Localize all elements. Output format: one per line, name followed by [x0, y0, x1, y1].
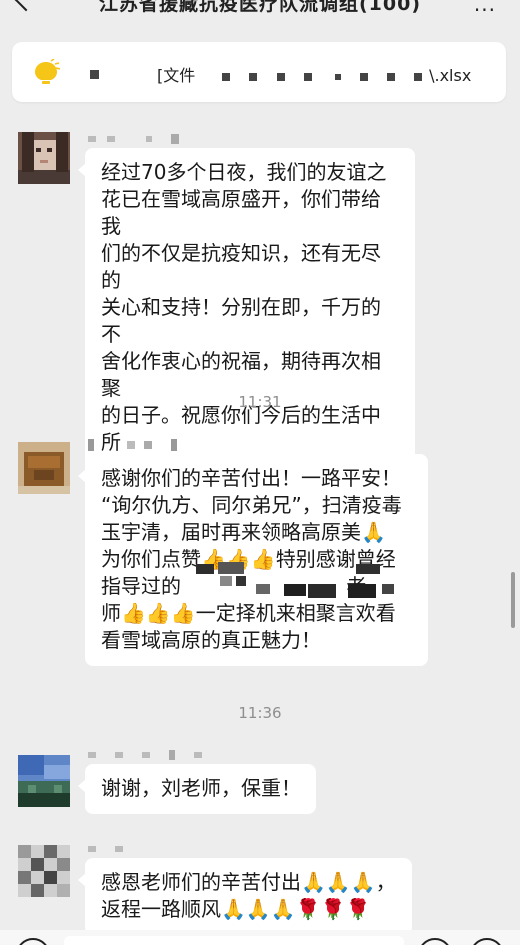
avatar[interactable] — [18, 755, 70, 807]
file-suffix: \.xlsx — [429, 66, 472, 85]
timestamp: 11:36 — [238, 704, 282, 722]
redaction-mosaic — [196, 562, 394, 598]
message-bubble[interactable]: 感谢你们的辛苦付出！一路平安！ “询尔仇方、同尔弟兄”，扫清疫毒 玉宇清，届时再… — [78, 454, 428, 666]
message-bubble[interactable]: 谢谢，刘老师，保重！ — [78, 764, 316, 814]
avatar[interactable] — [18, 132, 70, 184]
timestamp: 11:31 — [238, 393, 282, 411]
avatar[interactable] — [18, 845, 70, 897]
sender-name — [88, 838, 124, 852]
sender-name — [88, 128, 180, 144]
file-name-blur — [200, 66, 427, 85]
pinned-file-banner[interactable]: [文件 \.xlsx — [12, 42, 506, 102]
file-name: [文件 \.xlsx — [157, 62, 471, 86]
chat-input-bar — [0, 930, 520, 945]
emoji-icon[interactable] — [418, 938, 452, 945]
voice-input-icon[interactable] — [16, 938, 50, 945]
sender-name — [88, 434, 178, 451]
file-prefix: [文件 — [157, 66, 196, 85]
message-bubble[interactable]: 感恩老师们的辛苦付出🙏🙏🙏， 返程一路顺风🙏🙏🙏🌹🌹🌹 — [78, 858, 412, 935]
avatar[interactable] — [18, 442, 70, 494]
nav-bar: 江苏省援藏抗疫医疗队流调组(100) ··· — [0, 0, 520, 22]
plus-icon[interactable] — [470, 938, 504, 945]
scrollbar-thumb[interactable] — [511, 572, 515, 628]
chat-title: 江苏省援藏抗疫医疗队流调组(100) — [98, 0, 422, 15]
sender-name — [88, 744, 203, 760]
more-options-icon[interactable]: ··· — [474, 0, 496, 22]
announcement-bulb-icon — [35, 59, 60, 84]
sender-name-blur — [90, 70, 99, 79]
message-input[interactable] — [64, 936, 404, 945]
